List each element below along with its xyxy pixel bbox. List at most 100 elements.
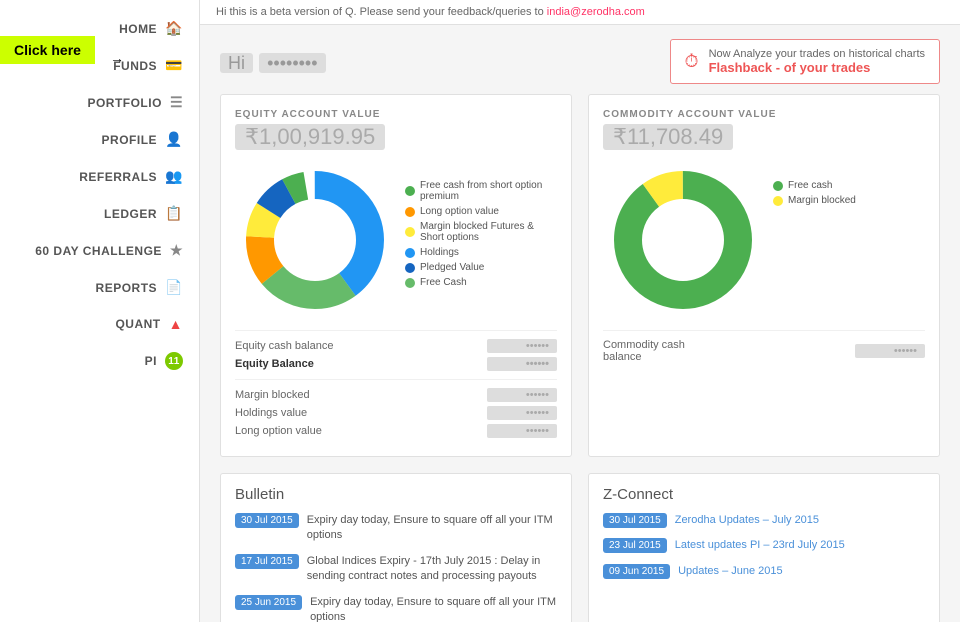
equity-cash-value: •••••• — [487, 339, 557, 353]
main-content: Hi this is a beta version of Q. Please s… — [200, 0, 960, 622]
legend-item: Margin blocked — [773, 195, 856, 206]
commodity-cash-row: Commodity cashbalance •••••• — [603, 339, 925, 363]
topbar-email[interactable]: india@zerodha.com — [547, 6, 645, 18]
sidebar-item-referrals[interactable]: REFERRALS 👥 — [0, 158, 199, 195]
flashback-banner[interactable]: ⏱ Now Analyze your trades on historical … — [670, 39, 940, 84]
zconnect-item: 30 Jul 2015 Zerodha Updates – July 2015 — [603, 513, 925, 528]
profile-label: PROFILE — [102, 133, 158, 147]
legend-item: Free cash from short option premium — [405, 180, 557, 202]
margin-blocked-row: Margin blocked •••••• — [235, 388, 557, 402]
commodity-title: COMMODITY ACCOUNT VALUE — [603, 109, 925, 120]
zconnect-item: 23 Jul 2015 Latest updates PI – 23rd Jul… — [603, 538, 925, 553]
equity-balance-section: Equity cash balance •••••• Equity Balanc… — [235, 330, 557, 371]
bulletin-date: 17 Jul 2015 — [235, 554, 299, 569]
sidebar-item-ledger[interactable]: LEDGER 📋 — [0, 195, 199, 232]
equity-cash-balance-row: Equity cash balance •••••• — [235, 339, 557, 353]
long-option-label: Long option value — [235, 425, 322, 437]
sidebar-item-reports[interactable]: REPORTS 📄 — [0, 269, 199, 306]
bulletin-item: 17 Jul 2015 Global Indices Expiry - 17th… — [235, 554, 557, 585]
equity-chart — [235, 160, 395, 320]
flashback-top: Now Analyze your trades on historical ch… — [709, 48, 925, 60]
referrals-icon: 👥 — [165, 168, 183, 185]
hi-section: Hi •••••••• ⏱ Now Analyze your trades on… — [200, 25, 960, 94]
bulletin-date: 25 Jun 2015 — [235, 595, 302, 610]
pi-badge: 11 — [165, 352, 183, 370]
zconnect-date: 30 Jul 2015 — [603, 513, 667, 528]
commodity-balance-section: Commodity cashbalance •••••• — [603, 330, 925, 363]
star-icon: ★ — [170, 242, 183, 259]
holdings-value-row: Holdings value •••••• — [235, 406, 557, 420]
quant-icon: ▲ — [169, 316, 183, 332]
bulletin-panel: Bulletin 30 Jul 2015 Expiry day today, E… — [220, 473, 572, 622]
commodity-cash-value: •••••• — [855, 344, 925, 358]
equity-balance-value: •••••• — [487, 357, 557, 371]
margin-blocked-value: •••••• — [487, 388, 557, 402]
content-area: EQUITY ACCOUNT VALUE ₹1,00,919.95 — [200, 94, 960, 473]
home-icon: 🏠 — [165, 20, 183, 37]
commodity-panel-body: Free cash Margin blocked — [603, 160, 925, 320]
zconnect-item: 09 Jun 2015 Updates – June 2015 — [603, 564, 925, 579]
zconnect-title: Z-Connect — [603, 486, 925, 503]
commodity-panel: COMMODITY ACCOUNT VALUE ₹11,708.49 Free … — [588, 94, 940, 457]
bulletin-text: Global Indices Expiry - 17th July 2015 :… — [307, 554, 557, 585]
sidebar-item-portfolio[interactable]: PORTFOLIO ☰ — [0, 84, 199, 121]
click-arrow: → — [110, 50, 124, 66]
equity-extra-balances: Margin blocked •••••• Holdings value •••… — [235, 379, 557, 438]
equity-donut — [235, 160, 395, 320]
bulletin-date: 30 Jul 2015 — [235, 513, 299, 528]
flashback-bottom: Flashback - of your trades — [709, 60, 925, 75]
commodity-donut — [603, 160, 763, 320]
legend-item: Pledged Value — [405, 262, 557, 273]
equity-cash-label: Equity cash balance — [235, 340, 333, 352]
legend-item: Margin blocked Futures & Short options — [405, 221, 557, 243]
funds-icon: 💳 — [165, 57, 183, 74]
portfolio-label: PORTFOLIO — [87, 96, 162, 110]
commodity-cash-label: Commodity cashbalance — [603, 339, 685, 363]
profile-icon: 👤 — [165, 131, 183, 148]
reports-icon: 📄 — [165, 279, 183, 296]
sidebar-item-quant[interactable]: QUANT ▲ — [0, 306, 199, 342]
pi-label: PI — [145, 354, 157, 368]
commodity-chart — [603, 160, 763, 320]
zconnect-link[interactable]: Updates – June 2015 — [678, 564, 783, 579]
margin-blocked-label: Margin blocked — [235, 389, 310, 401]
clock-icon: ⏱ — [685, 51, 699, 72]
commodity-legend: Free cash Margin blocked — [773, 160, 856, 210]
ledger-icon: 📋 — [165, 205, 183, 222]
sidebar-item-60day[interactable]: 60 DAY CHALLENGE ★ — [0, 232, 199, 269]
legend-item: Holdings — [405, 247, 557, 258]
legend-item: Free Cash — [405, 277, 557, 288]
sidebar-item-profile[interactable]: PROFILE 👤 — [0, 121, 199, 158]
holdings-value-value: •••••• — [487, 406, 557, 420]
zconnect-panel: Z-Connect 30 Jul 2015 Zerodha Updates – … — [588, 473, 940, 622]
click-here-badge[interactable]: Click here — [0, 36, 95, 64]
flashback-text: Now Analyze your trades on historical ch… — [709, 48, 925, 75]
equity-value: ₹1,00,919.95 — [235, 124, 385, 150]
bulletin-title: Bulletin — [235, 486, 557, 503]
ledger-label: LEDGER — [104, 207, 157, 221]
bulletin-text: Expiry day today, Ensure to square off a… — [307, 513, 557, 544]
zconnect-link[interactable]: Zerodha Updates – July 2015 — [675, 513, 819, 528]
hi-text: Hi — [220, 53, 253, 73]
sidebar-item-pi[interactable]: PI 11 — [0, 342, 199, 380]
referrals-label: REFERRALS — [79, 170, 157, 184]
hi-greeting: Hi •••••••• — [220, 49, 326, 75]
bulletin-item: 30 Jul 2015 Expiry day today, Ensure to … — [235, 513, 557, 544]
60day-label: 60 DAY CHALLENGE — [35, 244, 162, 258]
bulletin-text: Expiry day today, Ensure to square off a… — [310, 595, 557, 622]
bulletin-item: 25 Jun 2015 Expiry day today, Ensure to … — [235, 595, 557, 622]
portfolio-icon: ☰ — [170, 94, 183, 111]
sidebar: Click here → HOME 🏠 FUNDS 💳 PORTFOLIO ☰ … — [0, 0, 200, 622]
zconnect-date: 23 Jul 2015 — [603, 538, 667, 553]
topbar: Hi this is a beta version of Q. Please s… — [200, 0, 960, 25]
equity-balance-label: Equity Balance — [235, 358, 314, 370]
legend-item: Long option value — [405, 206, 557, 217]
user-name: •••••••• — [259, 53, 325, 73]
topbar-text: Hi this is a beta version of Q. Please s… — [216, 6, 544, 18]
bottom-section: Bulletin 30 Jul 2015 Expiry day today, E… — [200, 473, 960, 622]
home-label: HOME — [119, 22, 157, 36]
equity-title: EQUITY ACCOUNT VALUE — [235, 109, 557, 120]
holdings-value-label: Holdings value — [235, 407, 307, 419]
zconnect-link[interactable]: Latest updates PI – 23rd July 2015 — [675, 538, 845, 553]
zconnect-date: 09 Jun 2015 — [603, 564, 670, 579]
